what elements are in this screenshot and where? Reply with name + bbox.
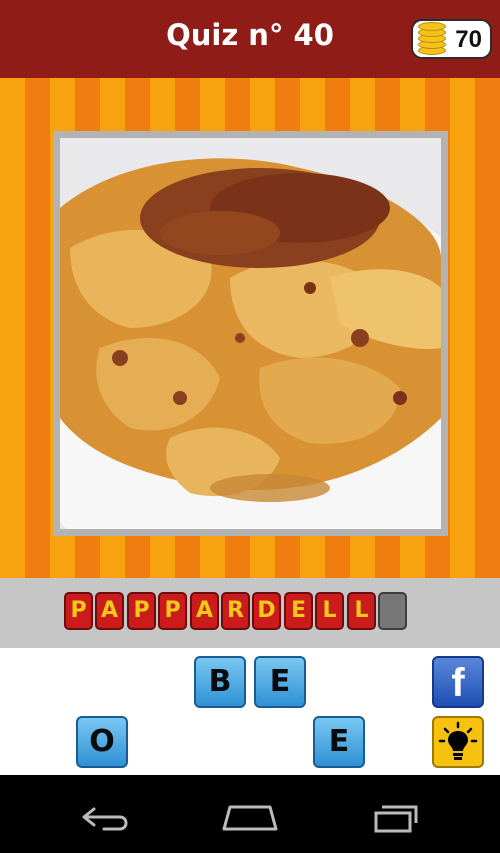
answer-slot-empty[interactable] (378, 592, 407, 630)
answer-slot[interactable]: E (284, 592, 313, 630)
letter-key[interactable]: O (76, 716, 128, 768)
answer-slot[interactable]: A (190, 592, 219, 630)
pasta-photo (60, 138, 441, 529)
letter-key[interactable]: B (194, 656, 246, 708)
facebook-icon: f (451, 661, 465, 705)
answer-slot[interactable]: R (221, 592, 250, 630)
answer-slot[interactable]: P (158, 592, 187, 630)
answer-slot[interactable]: L (347, 592, 376, 630)
answer-slot[interactable]: L (315, 592, 344, 630)
top-bar: Quiz n° 40 70 (0, 0, 500, 78)
coin-count: 70 (455, 26, 482, 53)
coin-counter[interactable]: 70 (411, 19, 492, 59)
hint-button[interactable] (432, 716, 484, 768)
system-nav-bar (0, 775, 500, 853)
home-icon[interactable] (218, 793, 282, 837)
letter-key[interactable]: E (254, 656, 306, 708)
lightbulb-icon (438, 721, 478, 760)
answer-slot[interactable]: P (127, 592, 156, 630)
puzzle-image (60, 138, 441, 529)
back-icon[interactable] (74, 793, 138, 837)
recent-apps-icon[interactable] (366, 793, 430, 837)
answer-slot[interactable]: P (64, 592, 93, 630)
facebook-share-button[interactable]: f (432, 656, 484, 708)
letter-key[interactable]: E (313, 716, 365, 768)
coin-stack-icon (418, 22, 446, 55)
letter-keyboard (0, 648, 500, 775)
answer-slot[interactable]: D (252, 592, 281, 630)
answer-slot[interactable]: A (95, 592, 124, 630)
